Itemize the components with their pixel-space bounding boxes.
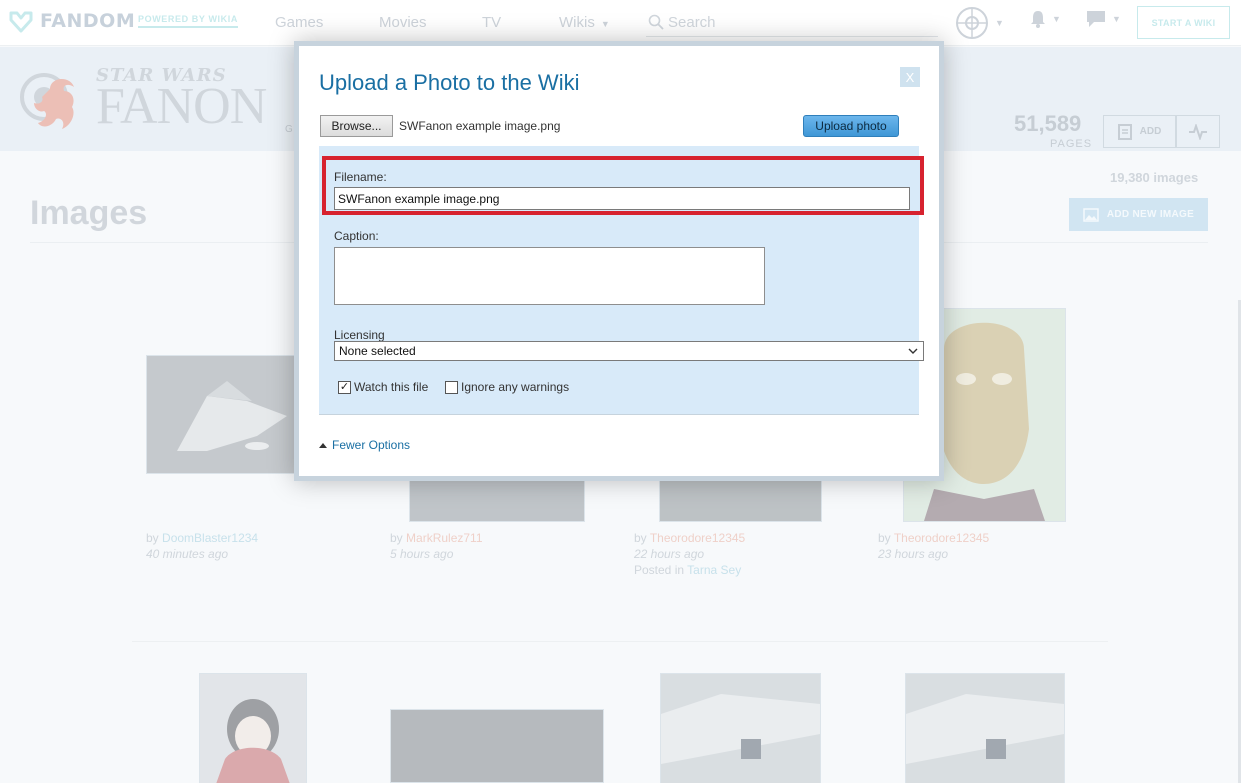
licensing-label: Licensing bbox=[334, 328, 385, 342]
chosen-file-name: SWFanon example image.png bbox=[399, 119, 561, 133]
filename-label: Filename: bbox=[334, 170, 387, 184]
licensing-selected-value: None selected bbox=[339, 344, 416, 358]
chevron-down-icon bbox=[908, 348, 918, 354]
fewer-options-toggle[interactable]: Fewer Options bbox=[319, 438, 410, 452]
filename-field[interactable]: SWFanon example image.png bbox=[334, 187, 910, 210]
ignore-warnings-label: Ignore any warnings bbox=[461, 380, 570, 394]
modal-title: Upload a Photo to the Wiki bbox=[319, 70, 580, 95]
options-divider bbox=[319, 414, 919, 415]
upload-photo-modal: Upload a Photo to the Wiki X Browse... S… bbox=[294, 41, 944, 481]
watch-file-option[interactable]: ✓ Watch this file bbox=[338, 380, 428, 394]
watch-file-label: Watch this file bbox=[354, 380, 429, 394]
upload-photo-button[interactable]: Upload photo bbox=[803, 115, 899, 137]
close-icon: X bbox=[905, 69, 915, 85]
caret-up-icon bbox=[319, 442, 327, 448]
browse-button[interactable]: Browse... bbox=[320, 115, 393, 137]
caption-field[interactable] bbox=[334, 247, 765, 305]
close-button[interactable]: X bbox=[900, 67, 920, 87]
licensing-select[interactable]: None selected bbox=[334, 341, 924, 361]
ignore-warnings-checkbox[interactable] bbox=[445, 380, 458, 394]
ignore-warnings-option[interactable]: Ignore any warnings bbox=[445, 380, 569, 394]
watch-file-checkbox[interactable]: ✓ bbox=[338, 380, 351, 394]
fewer-options-label: Fewer Options bbox=[332, 438, 411, 452]
caption-label: Caption: bbox=[334, 229, 379, 243]
